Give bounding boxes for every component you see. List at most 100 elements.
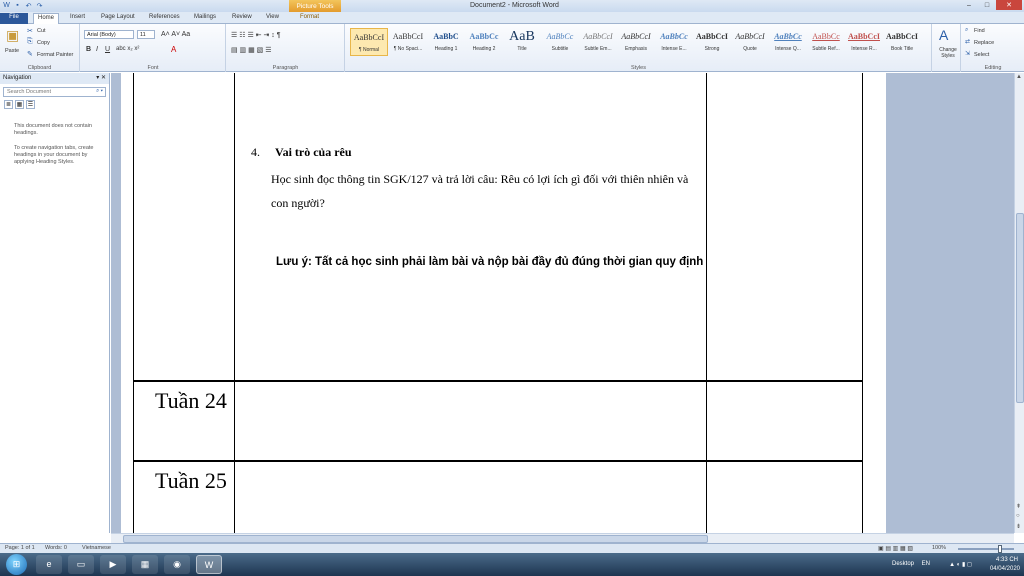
tab-format[interactable]: Format: [296, 13, 323, 24]
format-painter-button[interactable]: Format Painter: [37, 52, 73, 58]
tab-mailings[interactable]: Mailings: [190, 13, 220, 24]
desktop-toolbar[interactable]: Desktop: [892, 561, 914, 567]
style-subtle-reference[interactable]: AaBbCc Subtle Ref...: [807, 28, 845, 56]
view-buttons[interactable]: ▣ ▤ ▥ ▦ ▧: [878, 545, 913, 552]
replace-button[interactable]: Replace: [974, 40, 994, 46]
style-strong[interactable]: AaBbCcI Strong: [693, 28, 731, 56]
cut-button[interactable]: Cut: [37, 28, 46, 34]
minimize-button[interactable]: –: [960, 0, 978, 10]
results-view-icon[interactable]: ☰: [26, 100, 35, 109]
close-button[interactable]: ✕: [996, 0, 1022, 10]
undo-icon[interactable]: ↶: [24, 1, 33, 10]
media-player-icon[interactable]: ▶: [100, 555, 126, 574]
save-icon[interactable]: ▪: [13, 1, 22, 10]
underline-button[interactable]: U: [105, 46, 110, 53]
input-language[interactable]: EN: [922, 561, 930, 567]
select-icon: ⇲: [965, 51, 971, 57]
language-indicator[interactable]: Vietnamese: [82, 545, 111, 551]
bold-button[interactable]: B: [86, 46, 91, 53]
select-browse-object-icon[interactable]: ○: [1016, 513, 1020, 519]
vertical-scrollbar[interactable]: ▲ ⇞ ○ ⇟: [1014, 73, 1024, 533]
window-controls: – □ ✕: [960, 0, 1022, 10]
ribbon: ▣ Paste ✂ Cut ⎘ Copy ✎ Format Painter Cl…: [0, 24, 1024, 72]
style-name: Title: [517, 46, 527, 52]
word-taskbar-icon[interactable]: W: [196, 555, 222, 574]
change-styles-button[interactable]: Change Styles: [935, 47, 961, 59]
next-page-icon[interactable]: ⇟: [1016, 523, 1021, 530]
horizontal-scroll-thumb[interactable]: [123, 535, 708, 543]
tab-home[interactable]: Home: [33, 13, 60, 24]
style-quote[interactable]: AaBbCcI Quote: [731, 28, 769, 56]
tab-references[interactable]: References: [145, 13, 184, 24]
start-button[interactable]: ⊞: [6, 554, 27, 575]
font-group: Arial (Body) 11 A˄ A˅ Aa B I U abc x₂ x²…: [81, 24, 226, 72]
prev-page-icon[interactable]: ⇞: [1016, 503, 1021, 510]
clipboard-group: ▣ Paste ✂ Cut ⎘ Copy ✎ Format Painter Cl…: [0, 24, 80, 72]
font-color-icon[interactable]: A: [171, 45, 176, 54]
style-intense-quote[interactable]: AaBbCc Intense Q...: [769, 28, 807, 56]
tab-insert[interactable]: Insert: [66, 13, 89, 24]
font-size-select[interactable]: 11: [137, 30, 155, 39]
vertical-scroll-thumb[interactable]: [1016, 213, 1024, 403]
word-count[interactable]: Words: 0: [45, 545, 67, 551]
style-no-spacing[interactable]: AaBbCcI ¶ No Spaci...: [389, 28, 427, 56]
page-count[interactable]: Page: 1 of 1: [5, 545, 35, 551]
navigation-search-input[interactable]: Search Document ⌕ ▾: [3, 87, 106, 97]
grow-font-icon[interactable]: A˄ A˅ Aa: [161, 31, 190, 38]
style-subtitle[interactable]: AaBbCc Subtitle: [541, 28, 579, 56]
search-icon[interactable]: ⌕ ▾: [96, 88, 103, 95]
clock-time[interactable]: 4:33 CH: [996, 557, 1018, 563]
paste-icon[interactable]: ▣: [6, 27, 19, 44]
tab-page-layout[interactable]: Page Layout: [97, 13, 139, 24]
style-book-title[interactable]: AaBbCcI Book Title: [883, 28, 921, 56]
table-column-divider: [234, 73, 235, 533]
style-sample: AaBbCcI: [621, 32, 651, 41]
style-name: Subtitle: [551, 46, 569, 52]
style-sample: AaBbCc: [660, 32, 688, 41]
navigation-close-icon[interactable]: ▾ ✕: [96, 74, 106, 81]
alignment-icons[interactable]: ▤ ▥ ▦ ▧ ☰: [231, 46, 272, 54]
tray-icons[interactable]: ▲ ◐ ▮ ◻: [949, 561, 972, 568]
language-bar-icon[interactable]: ▦: [132, 555, 158, 574]
horizontal-scrollbar[interactable]: [111, 533, 1014, 543]
copy-icon: ⎘: [27, 38, 33, 45]
taskbar: ⊞ e ▭ ▶ ▦ ◉ W Desktop EN ▲ ◐ ▮ ◻ 4:33 CH…: [0, 553, 1024, 576]
font-name-select[interactable]: Arial (Body): [84, 30, 134, 39]
zoom-level[interactable]: 100%: [932, 545, 946, 551]
headings-view-icon[interactable]: ≣: [4, 100, 13, 109]
strikethrough-subscript-icons[interactable]: abc x₂ x²: [116, 46, 139, 52]
scroll-up-icon[interactable]: ▲: [1016, 74, 1022, 80]
document-page[interactable]: 4. Vai trò của rêu Học sinh đọc thông ti…: [121, 73, 886, 533]
style-sample: AaBbC: [433, 32, 459, 41]
chrome-icon[interactable]: ◉: [164, 555, 190, 574]
navigation-pane: Navigation ▾ ✕ Search Document ⌕ ▾ ≣ ▦ ☰…: [0, 73, 110, 533]
file-explorer-icon[interactable]: ▭: [68, 555, 94, 574]
copy-button[interactable]: Copy: [37, 40, 50, 46]
pages-view-icon[interactable]: ▦: [15, 100, 24, 109]
italic-button[interactable]: I: [96, 46, 98, 53]
tab-review[interactable]: Review: [228, 13, 256, 24]
style-subtle-emphasis[interactable]: AaBbCcI Subtle Em...: [579, 28, 617, 56]
internet-explorer-icon[interactable]: e: [36, 555, 62, 574]
editing-group: ⌕ Find ⇄ Replace ⇲ Select Editing: [962, 24, 1024, 72]
style-normal[interactable]: AaBbCcI ¶ Normal: [350, 28, 388, 56]
change-styles-icon[interactable]: A: [939, 27, 948, 43]
style-heading-1[interactable]: AaBbC Heading 1: [427, 28, 465, 56]
find-button[interactable]: Find: [974, 28, 985, 34]
bullets-numbering-icons[interactable]: ☰ ☷ ☰ ⇤ ⇥ ↕ ¶: [231, 31, 281, 39]
maximize-button[interactable]: □: [978, 0, 996, 10]
zoom-slider-knob[interactable]: [998, 545, 1002, 553]
style-emphasis[interactable]: AaBbCcI Emphasis: [617, 28, 655, 56]
style-heading-2[interactable]: AaBbCc Heading 2: [465, 28, 503, 56]
zoom-slider[interactable]: [958, 545, 1014, 553]
tab-file[interactable]: File: [0, 13, 28, 24]
select-button[interactable]: Select: [974, 52, 989, 58]
style-title[interactable]: AaB Title: [503, 28, 541, 56]
style-sample: AaBbCcI: [392, 32, 424, 41]
clock-date[interactable]: 04/04/2020: [990, 566, 1020, 572]
paste-button[interactable]: Paste: [5, 48, 19, 54]
style-intense-emphasis[interactable]: AaBbCc Intense E...: [655, 28, 693, 56]
redo-icon[interactable]: ↷: [35, 1, 44, 10]
style-intense-reference[interactable]: AaBbCcI Intense R...: [845, 28, 883, 56]
tab-view[interactable]: View: [262, 13, 283, 24]
